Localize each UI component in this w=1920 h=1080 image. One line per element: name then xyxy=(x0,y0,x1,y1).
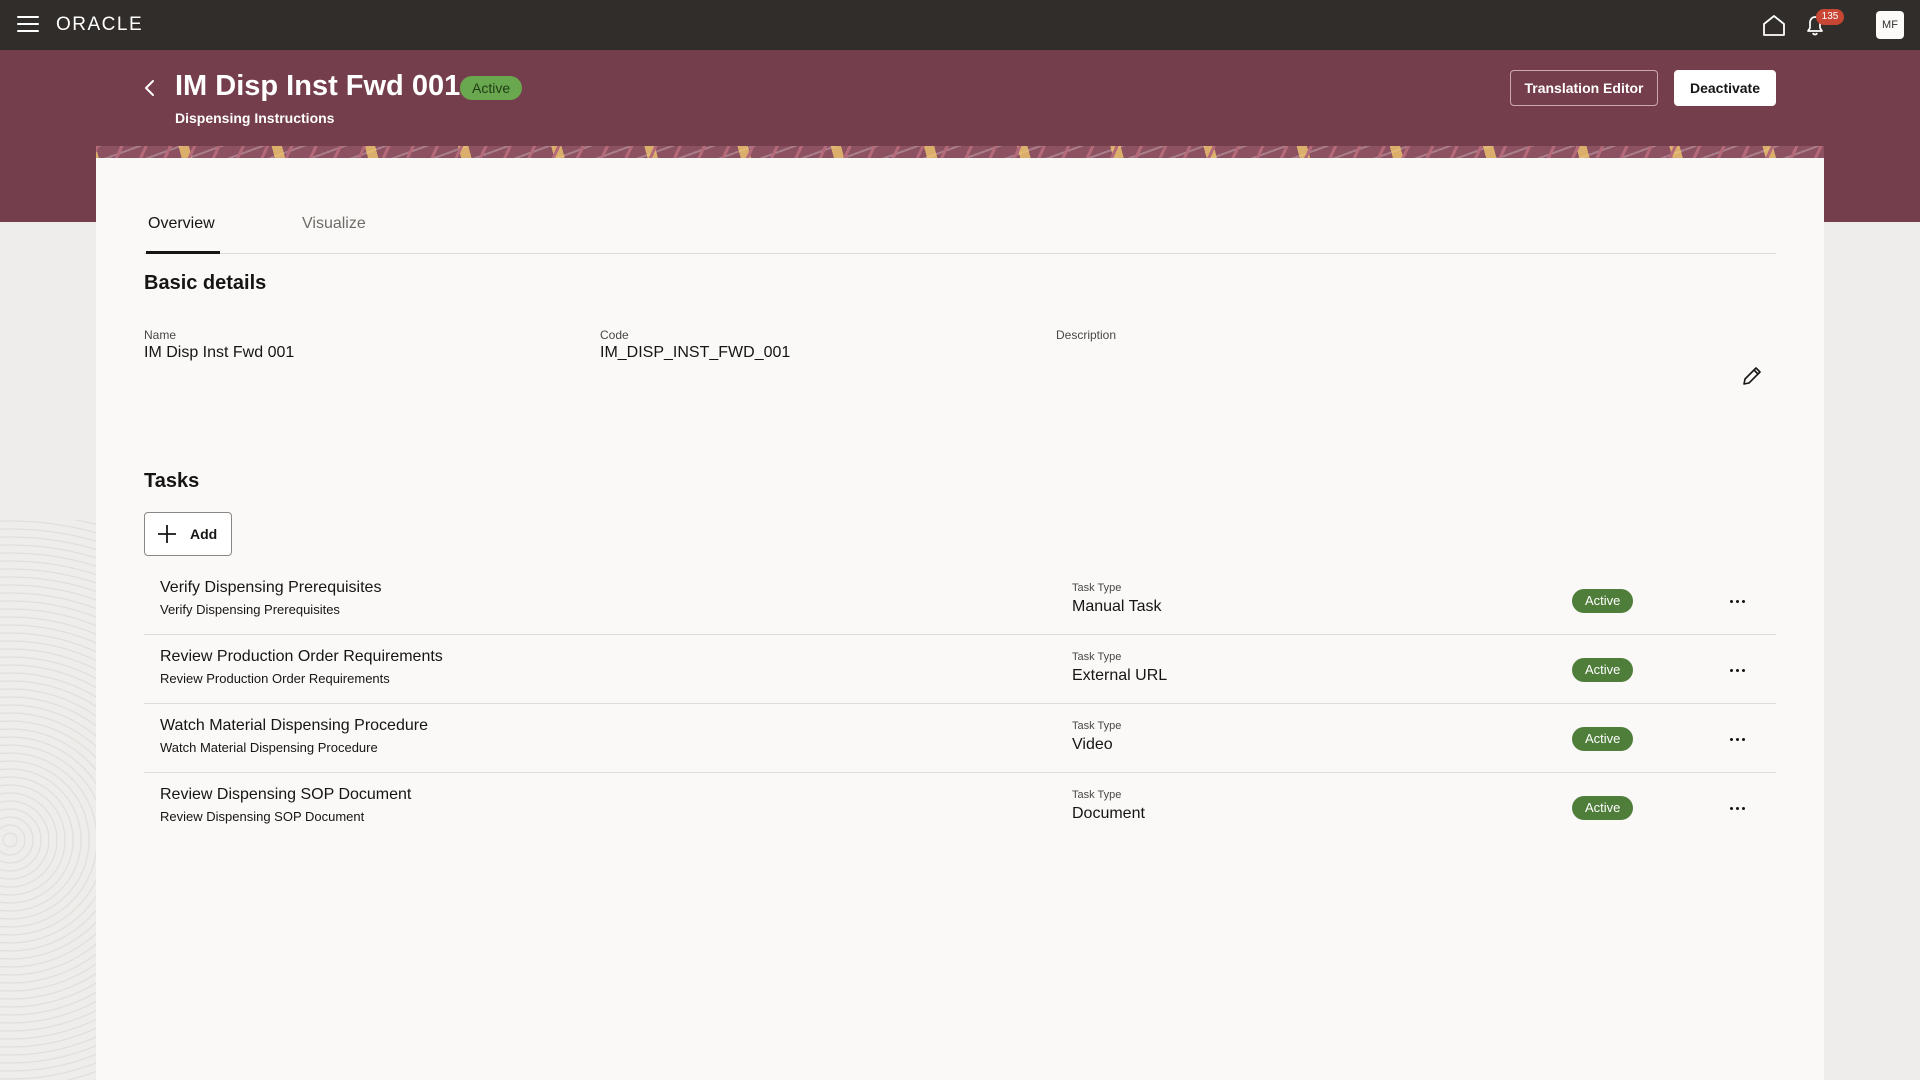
task-type-value: Video xyxy=(1072,736,1113,753)
task-status-badge: Active xyxy=(1572,727,1634,751)
pencil-icon[interactable] xyxy=(1740,364,1764,388)
task-row[interactable]: Verify Dispensing Prerequisites Verify D… xyxy=(144,566,1776,635)
code-value: IM_DISP_INST_FWD_001 xyxy=(600,344,791,361)
add-task-button[interactable]: Add xyxy=(144,512,232,556)
task-description: Review Production Order Requirements xyxy=(160,671,390,686)
task-row[interactable]: Review Production Order Requirements Rev… xyxy=(144,635,1776,704)
main-content-card: Overview Visualize Basic details Name IM… xyxy=(96,158,1824,1080)
tasks-heading: Tasks xyxy=(144,470,200,492)
basic-details-heading: Basic details xyxy=(144,272,267,294)
more-actions-icon[interactable] xyxy=(1724,588,1750,614)
task-type-label: Task Type xyxy=(1072,582,1122,594)
task-status-badge: Active xyxy=(1572,589,1634,613)
oracle-logo: ORACLE xyxy=(56,14,144,35)
page-title: IM Disp Inst Fwd 001 xyxy=(175,70,461,102)
task-row[interactable]: Watch Material Dispensing Procedure Watc… xyxy=(144,704,1776,773)
task-type-label: Task Type xyxy=(1072,789,1122,801)
task-row[interactable]: Review Dispensing SOP Document Review Di… xyxy=(144,773,1776,842)
task-type-value: External URL xyxy=(1072,667,1168,684)
code-label: Code xyxy=(600,328,629,342)
name-label: Name xyxy=(144,328,177,342)
task-name[interactable]: Review Production Order Requirements xyxy=(160,648,443,666)
task-description: Watch Material Dispensing Procedure xyxy=(160,740,378,755)
task-description: Review Dispensing SOP Document xyxy=(160,809,365,824)
task-name[interactable]: Watch Material Dispensing Procedure xyxy=(160,717,428,735)
add-button-label: Add xyxy=(190,526,218,542)
task-name[interactable]: Review Dispensing SOP Document xyxy=(160,786,411,804)
tab-bar: Overview Visualize xyxy=(144,212,1776,254)
tab-overview[interactable]: Overview xyxy=(146,212,220,254)
notification-count-badge: 135 xyxy=(1816,9,1844,25)
task-type-value: Document xyxy=(1072,805,1145,822)
home-icon[interactable] xyxy=(1762,14,1786,36)
task-status-badge: Active xyxy=(1572,796,1634,820)
task-type-label: Task Type xyxy=(1072,720,1122,732)
task-status-badge: Active xyxy=(1572,658,1634,682)
name-value: IM Disp Inst Fwd 001 xyxy=(144,344,295,361)
deactivate-button[interactable]: Deactivate xyxy=(1674,70,1776,106)
task-name[interactable]: Verify Dispensing Prerequisites xyxy=(160,579,381,597)
task-list: Verify Dispensing Prerequisites Verify D… xyxy=(144,566,1776,842)
status-badge: Active xyxy=(460,76,523,100)
tab-visualize[interactable]: Visualize xyxy=(300,212,368,254)
task-type-value: Manual Task xyxy=(1072,598,1162,615)
task-description: Verify Dispensing Prerequisites xyxy=(160,602,340,617)
user-avatar[interactable]: MF xyxy=(1876,11,1904,39)
plus-icon xyxy=(158,525,176,543)
more-actions-icon[interactable] xyxy=(1724,726,1750,752)
description-label: Description xyxy=(1056,328,1117,342)
translation-editor-button[interactable]: Translation Editor xyxy=(1510,70,1658,106)
chevron-left-icon[interactable] xyxy=(138,76,162,100)
top-navigation-bar: ORACLE 135 MF xyxy=(0,0,1920,50)
more-actions-icon[interactable] xyxy=(1724,795,1750,821)
task-type-label: Task Type xyxy=(1072,651,1122,663)
more-actions-icon[interactable] xyxy=(1724,657,1750,683)
decorative-background-pattern xyxy=(0,520,96,1080)
hamburger-menu-icon[interactable] xyxy=(17,16,39,34)
page-subtitle: Dispensing Instructions xyxy=(175,110,335,126)
